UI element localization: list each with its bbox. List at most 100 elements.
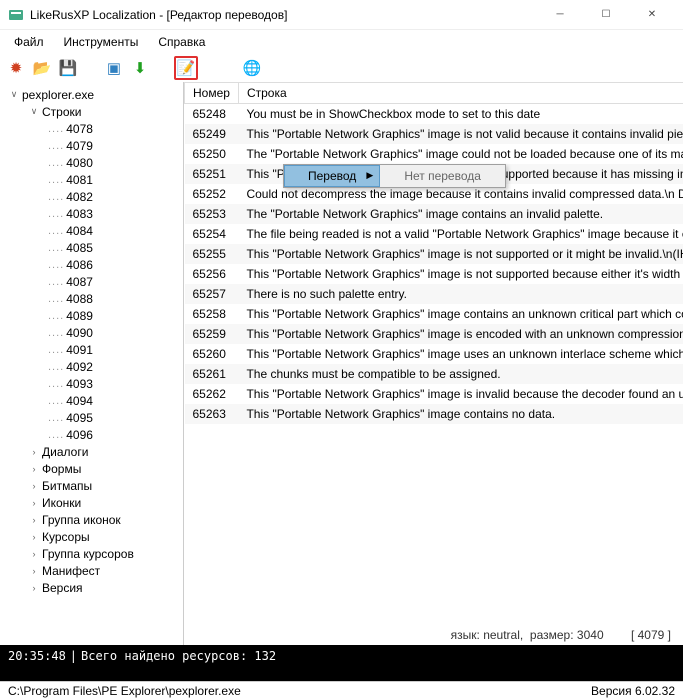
tree-group[interactable]: Иконки [40, 496, 81, 510]
tree-string-id[interactable]: 4085 [64, 241, 93, 255]
tree-panel[interactable]: ∨pexplorer.exe ∨Строки ....4078....4079.… [0, 82, 184, 645]
tree-string-id[interactable]: 4091 [64, 343, 93, 357]
cell-string: This "Portable Network Graphics" image u… [238, 344, 683, 364]
tree-string-id[interactable]: 4093 [64, 377, 93, 391]
maximize-button[interactable]: ☐ [583, 0, 629, 30]
cell-string: This "Portable Network Graphics" image i… [238, 264, 683, 284]
cell-number: 65251 [185, 164, 239, 184]
edit-icon[interactable]: 📝 [174, 56, 198, 80]
cell-string: This "Portable Network Graphics" image i… [238, 324, 683, 344]
new-icon[interactable]: ✹ [4, 56, 28, 80]
tree-toggle-icon[interactable]: › [28, 498, 40, 508]
cell-number: 65255 [185, 244, 239, 264]
menubar: Файл Инструменты Справка [0, 30, 683, 54]
close-button[interactable]: ✕ [629, 0, 675, 30]
tree-toggle-icon[interactable]: ∨ [8, 89, 20, 100]
table-row[interactable]: 65261The chunks must be compatible to be… [185, 364, 683, 384]
tree-toggle-icon[interactable]: › [28, 532, 40, 542]
tree-group[interactable]: Версия [40, 581, 83, 595]
tree-toggle-icon[interactable]: › [28, 549, 40, 559]
globe-icon[interactable]: 🌐 [240, 56, 264, 80]
tree-group[interactable]: Формы [40, 462, 81, 476]
cell-string: The "Portable Network Graphics" image co… [238, 204, 683, 224]
cell-number: 65263 [185, 404, 239, 424]
tree-strings[interactable]: Строки [40, 105, 81, 119]
tree-toggle-icon[interactable]: ∨ [28, 106, 40, 117]
tree-string-id[interactable]: 4089 [64, 309, 93, 323]
table-row[interactable]: 65258This "Portable Network Graphics" im… [185, 304, 683, 324]
table-row[interactable]: 65248You must be in ShowCheckbox mode to… [185, 104, 683, 125]
tree-toggle-icon[interactable]: › [28, 583, 40, 593]
minimize-button[interactable]: ─ [537, 0, 583, 30]
tree-group[interactable]: Битмапы [40, 479, 92, 493]
download-icon[interactable]: ⬇ [128, 56, 152, 80]
tree-group[interactable]: Группа иконок [40, 513, 121, 527]
cell-string: The "Portable Network Graphics" image co… [238, 144, 683, 164]
menu-item-no-translate[interactable]: Нет перевода [380, 165, 505, 187]
table-row[interactable]: 65255This "Portable Network Graphics" im… [185, 244, 683, 264]
tree-root[interactable]: pexplorer.exe [20, 88, 94, 102]
tree-string-id[interactable]: 4086 [64, 258, 93, 272]
cell-number: 65259 [185, 324, 239, 344]
cell-string: The file being readed is not a valid "Po… [238, 224, 683, 244]
tree-string-id[interactable]: 4096 [64, 428, 93, 442]
col-number[interactable]: Номер [185, 83, 239, 104]
table-row[interactable]: 65249This "Portable Network Graphics" im… [185, 124, 683, 144]
cell-number: 65262 [185, 384, 239, 404]
save-icon[interactable]: 💾 [56, 56, 80, 80]
cell-number: 65258 [185, 304, 239, 324]
table-row[interactable]: 65256This "Portable Network Graphics" im… [185, 264, 683, 284]
table-row[interactable]: 65253The "Portable Network Graphics" ima… [185, 204, 683, 224]
tree-string-id[interactable]: 4094 [64, 394, 93, 408]
app-icon [8, 7, 24, 23]
tree-toggle-icon[interactable]: › [28, 447, 40, 457]
tree-toggle-icon[interactable]: › [28, 515, 40, 525]
table-row[interactable]: 65259This "Portable Network Graphics" im… [185, 324, 683, 344]
tree-string-id[interactable]: 4080 [64, 156, 93, 170]
tree-group[interactable]: Курсоры [40, 530, 90, 544]
cell-number: 65254 [185, 224, 239, 244]
cell-string: There is no such palette entry. [238, 284, 683, 304]
context-menu: Перевод▶ Нет перевода [283, 164, 506, 188]
cell-number: 65257 [185, 284, 239, 304]
open-icon[interactable]: 📂 [30, 56, 54, 80]
window-icon[interactable]: ▣ [102, 56, 126, 80]
menu-help[interactable]: Справка [148, 32, 215, 52]
tree-string-id[interactable]: 4088 [64, 292, 93, 306]
info-selection: [ 4079 ] [631, 628, 671, 642]
tree-string-id[interactable]: 4095 [64, 411, 93, 425]
tree-toggle-icon[interactable]: › [28, 481, 40, 491]
tree-toggle-icon[interactable]: › [28, 566, 40, 576]
table-row[interactable]: 65250The "Portable Network Graphics" ima… [185, 144, 683, 164]
status-bar: C:\Program Files\PE Explorer\pexplorer.e… [0, 681, 683, 700]
menu-item-translate[interactable]: Перевод▶ [284, 165, 380, 187]
table-row[interactable]: 65257There is no such palette entry. [185, 284, 683, 304]
titlebar: LikeRusXP Localization - [Редактор перев… [0, 0, 683, 30]
tree-string-id[interactable]: 4083 [64, 207, 93, 221]
tree-string-id[interactable]: 4092 [64, 360, 93, 374]
table-row[interactable]: 65254The file being readed is not a vali… [185, 224, 683, 244]
cell-number: 65256 [185, 264, 239, 284]
toolbar: ✹📂💾 ▣⬇ 📝 🌐 [0, 54, 683, 82]
tree-group[interactable]: Диалоги [40, 445, 88, 459]
table-row[interactable]: 65260This "Portable Network Graphics" im… [185, 344, 683, 364]
cell-string: This "Portable Network Graphics" image i… [238, 124, 683, 144]
tree-string-id[interactable]: 4090 [64, 326, 93, 340]
menu-file[interactable]: Файл [4, 32, 54, 52]
submenu-arrow-icon: ▶ [366, 170, 373, 181]
tree-string-id[interactable]: 4082 [64, 190, 93, 204]
cell-string: You must be in ShowCheckbox mode to set … [238, 104, 683, 125]
tree-group[interactable]: Манифест [40, 564, 100, 578]
tree-string-id[interactable]: 4087 [64, 275, 93, 289]
tree-string-id[interactable]: 4081 [64, 173, 93, 187]
menu-tools[interactable]: Инструменты [54, 32, 149, 52]
tree-string-id[interactable]: 4084 [64, 224, 93, 238]
col-string[interactable]: Строка [238, 83, 683, 104]
tree-string-id[interactable]: 4079 [64, 139, 93, 153]
cell-string: This "Portable Network Graphics" image c… [238, 404, 683, 424]
tree-toggle-icon[interactable]: › [28, 464, 40, 474]
table-row[interactable]: 65262This "Portable Network Graphics" im… [185, 384, 683, 404]
tree-group[interactable]: Группа курсоров [40, 547, 134, 561]
table-row[interactable]: 65263This "Portable Network Graphics" im… [185, 404, 683, 424]
tree-string-id[interactable]: 4078 [64, 122, 93, 136]
